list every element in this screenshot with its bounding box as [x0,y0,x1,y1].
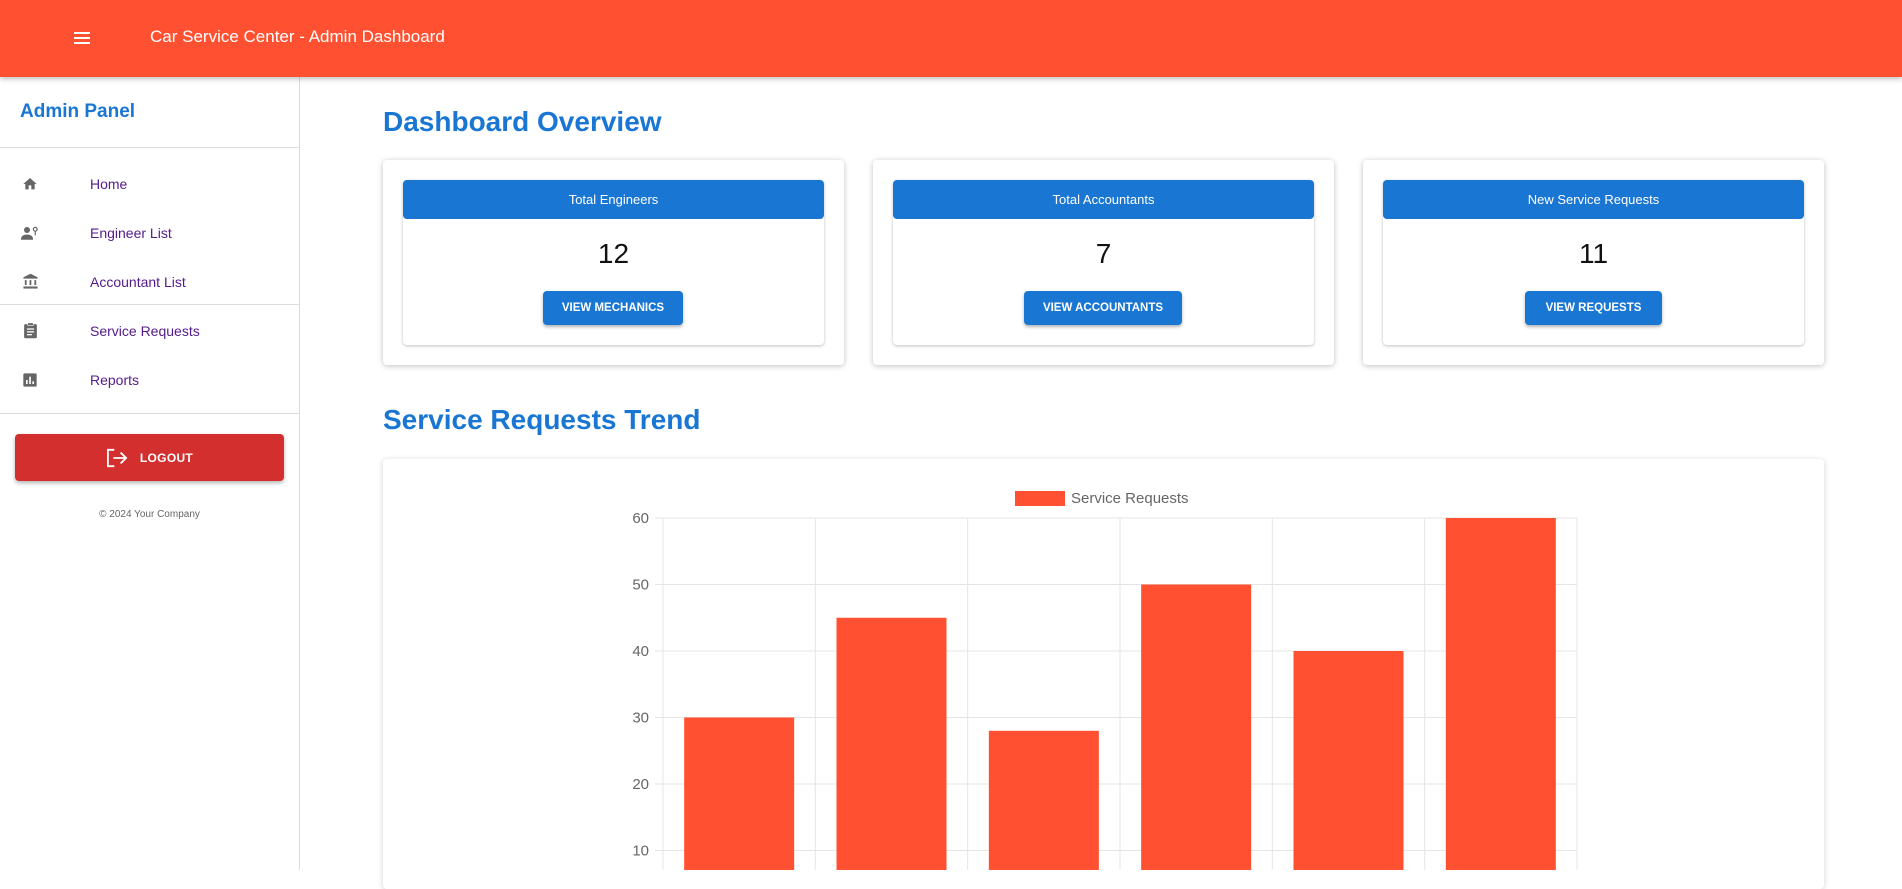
logout-icon [106,448,128,468]
stat-card-inner: New Service Requests 11 VIEW REQUESTS [1383,180,1804,345]
sidebar-divider [0,304,299,305]
bar-4 [1141,584,1252,879]
bar-3 [988,730,1099,879]
legend-swatch [1015,491,1065,506]
legend-label: Service Requests [1071,490,1189,507]
copyright-text: © 2024 Your Company [99,509,200,520]
stat-value: 7 [1095,238,1112,269]
service-requests-chart: 60 50 40 30 20 10 Service Requests [632,490,1578,879]
bar-5 [1293,651,1404,879]
app-title: Car Service Center - Admin Dashboard [150,27,445,46]
sidebar-item-accountant-list[interactable]: Accountant List [0,257,299,306]
sidebar-item-label: Service Requests [90,322,200,339]
app-header: Car Service Center - Admin Dashboard [0,0,1902,77]
y-tick-label: 30 [632,710,649,727]
sidebar-item-engineer-list[interactable]: Engineer List [0,208,299,257]
bar-chart-icon [20,370,40,390]
bar-1 [684,717,795,879]
bar-6 [1445,518,1556,879]
view-requests-button[interactable]: VIEW REQUESTS [1525,291,1662,325]
logout-button[interactable]: LOGOUT [15,434,284,481]
chart-card: 60 50 40 30 20 10 Service Requests [383,459,1824,889]
sidebar-title: Admin Panel [20,101,136,122]
sidebar-item-reports[interactable]: Reports [0,355,299,404]
sidebar: Admin Panel Home Engineer List Accountan… [0,77,300,870]
view-accountants-button[interactable]: VIEW ACCOUNTANTS [1024,291,1182,325]
stat-value: 11 [1578,238,1609,269]
sidebar-item-label: Engineer List [90,224,172,241]
y-tick-label: 60 [632,510,649,527]
stat-card-title: Total Engineers [403,180,824,219]
sidebar-divider [0,413,299,414]
stat-card-inner: Total Engineers 12 VIEW MECHANICS [403,180,824,345]
y-tick-label: 10 [632,843,649,860]
logout-label: LOGOUT [139,450,194,465]
sidebar-divider [0,147,299,148]
hamburger-menu-icon[interactable] [68,26,96,50]
stat-card-requests: New Service Requests 11 VIEW REQUESTS [1363,160,1824,365]
stat-card-inner: Total Accountants 7 VIEW ACCOUNTANTS [893,180,1314,345]
overview-title: Dashboard Overview [383,106,662,137]
sidebar-item-label: Reports [90,371,140,388]
view-mechanics-button[interactable]: VIEW MECHANICS [543,291,683,325]
stat-card-title: New Service Requests [1383,180,1804,219]
sidebar-item-service-requests[interactable]: Service Requests [0,306,299,355]
sidebar-item-home[interactable]: Home [0,159,299,208]
stat-card-title: Total Accountants [893,180,1314,219]
sidebar-item-label: Accountant List [90,273,186,290]
bank-icon [20,272,40,292]
home-icon [20,174,40,194]
engineer-icon [20,223,40,243]
y-tick-label: 40 [632,643,649,660]
trend-title: Service Requests Trend [383,404,701,435]
bar-2 [836,617,947,879]
sidebar-item-label: Home [90,175,128,192]
stat-value: 12 [597,238,630,269]
stat-card-accountants: Total Accountants 7 VIEW ACCOUNTANTS [873,160,1334,365]
clipboard-icon [20,321,40,341]
stat-card-engineers: Total Engineers 12 VIEW MECHANICS [383,160,844,365]
y-tick-label: 50 [632,577,649,594]
y-tick-label: 20 [632,776,649,793]
